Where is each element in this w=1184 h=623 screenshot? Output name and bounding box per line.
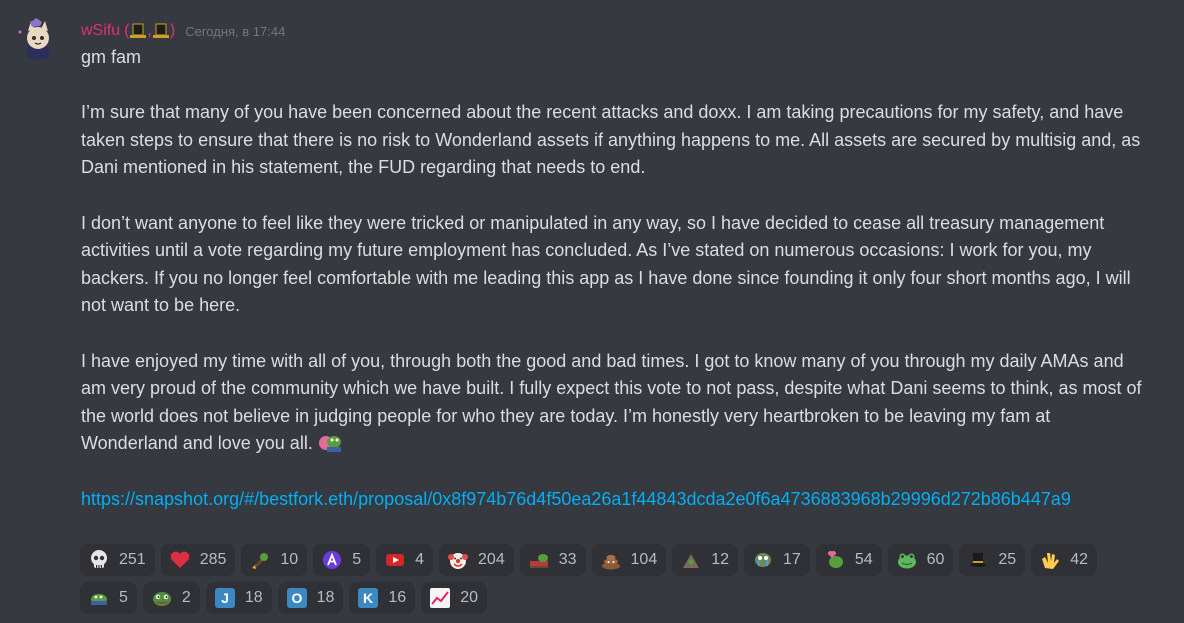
reaction-chart-up[interactable]: 20: [421, 582, 487, 614]
poop-icon: [600, 549, 622, 571]
pepe-cry-icon: [752, 549, 774, 571]
top-hat-icon: [152, 22, 170, 40]
reaction-count: 4: [415, 551, 425, 568]
timestamp: Сегодня, в 17:44: [185, 23, 286, 39]
reaction-count: 17: [783, 551, 801, 568]
rocket-pepe-icon: [249, 549, 271, 571]
pepe-face-icon: [151, 587, 173, 609]
greeting: gm fam: [81, 47, 142, 67]
avatar[interactable]: [16, 16, 60, 60]
paragraph-3: I have enjoyed my time with all of you, …: [81, 350, 1142, 454]
reaction-pepe-bed[interactable]: 33: [519, 544, 586, 576]
reaction-pepe-cry[interactable]: 17: [744, 544, 810, 576]
top-hat-icon: [967, 549, 989, 571]
reaction-count: 5: [352, 551, 362, 568]
username[interactable]: wSifu: [81, 22, 120, 40]
letter-j-icon: J: [214, 587, 236, 609]
purple-a-icon: [321, 549, 343, 571]
reaction-purple-a[interactable]: 5: [313, 544, 371, 576]
reaction-count: 18: [316, 589, 335, 606]
paragraph-2: I don’t want anyone to feel like they we…: [81, 212, 1131, 316]
reaction-rocket-pepe[interactable]: 10: [241, 544, 308, 576]
message: wSifu ( , ) Сегодня, в 17:44 gm fam I’m …: [0, 0, 1184, 623]
reaction-count: 25: [998, 551, 1017, 568]
reaction-poop[interactable]: 104: [591, 544, 667, 576]
reaction-count: 2: [181, 589, 191, 606]
reaction-letter-o[interactable]: O 18: [277, 582, 344, 614]
red-box-icon: [384, 549, 406, 571]
chart-up-icon: [429, 587, 451, 609]
reaction-skull[interactable]: 251: [80, 544, 155, 576]
reaction-count: 54: [854, 551, 873, 568]
reaction-count: 20: [460, 589, 478, 606]
reaction-pepe-lay[interactable]: 5: [80, 582, 137, 614]
message-content: gm fam I’m sure that many of you have be…: [81, 44, 1151, 513]
reaction-count: 5: [119, 589, 128, 606]
hats-close: ): [169, 22, 176, 39]
role-hats: ( , ): [124, 22, 175, 40]
reaction-count: 12: [711, 551, 730, 568]
reaction-pepe-heart[interactable]: 54: [815, 544, 882, 576]
reaction-pile[interactable]: 12: [672, 544, 739, 576]
svg-text:K: K: [363, 590, 373, 606]
svg-text:O: O: [291, 590, 302, 606]
reaction-red-box[interactable]: 4: [376, 544, 434, 576]
reaction-heart[interactable]: 285: [160, 544, 236, 576]
link-wrap: https://snapshot.org/#/bestfork.eth/prop…: [81, 486, 1151, 514]
message-header: wSifu ( , ) Сегодня, в 17:44: [81, 20, 285, 42]
pepe-heart-icon: [824, 549, 846, 571]
skull-icon: [88, 549, 110, 571]
pepe-hug-emoji-icon: [317, 431, 343, 453]
reaction-count: 251: [119, 551, 146, 568]
reaction-count: 18: [244, 589, 263, 606]
proposal-link[interactable]: https://snapshot.org/#/bestfork.eth/prop…: [81, 489, 1071, 509]
reaction-count: 33: [558, 551, 577, 568]
reaction-top-hat[interactable]: 25: [959, 544, 1026, 576]
reaction-pepe-face[interactable]: 2: [142, 582, 200, 614]
svg-text:J: J: [221, 590, 229, 606]
reaction-letter-j[interactable]: J 18: [205, 582, 272, 614]
paragraph-3-wrap: I have enjoyed my time with all of you, …: [81, 348, 1151, 458]
reaction-count: 10: [280, 551, 299, 568]
clown-icon: [447, 549, 469, 571]
reactions-bar: 251 285 10 5 4 204 33 104 12 17 54 60 25…: [80, 544, 1140, 614]
reaction-clown[interactable]: 204: [439, 544, 514, 576]
pepe-bed-icon: [528, 549, 550, 571]
paragraph-1: I’m sure that many of you have been conc…: [81, 102, 1141, 178]
pepe-lay-icon: [88, 587, 110, 609]
pile-icon: [680, 549, 702, 571]
reaction-count: 42: [1070, 551, 1088, 568]
top-hat-icon: [129, 22, 147, 40]
reaction-count: 60: [926, 551, 945, 568]
reaction-frog[interactable]: 60: [887, 544, 954, 576]
reaction-clap[interactable]: 42: [1031, 544, 1097, 576]
clap-icon: [1039, 549, 1061, 571]
frog-icon: [896, 549, 918, 571]
reaction-count: 204: [478, 551, 505, 568]
reaction-count: 16: [388, 589, 407, 606]
letter-o-icon: O: [286, 587, 308, 609]
letter-k-icon: K: [357, 587, 379, 609]
reaction-count: 104: [630, 551, 658, 568]
heart-icon: [169, 549, 191, 571]
reaction-count: 285: [199, 551, 227, 568]
reaction-letter-k[interactable]: K 16: [349, 582, 416, 614]
